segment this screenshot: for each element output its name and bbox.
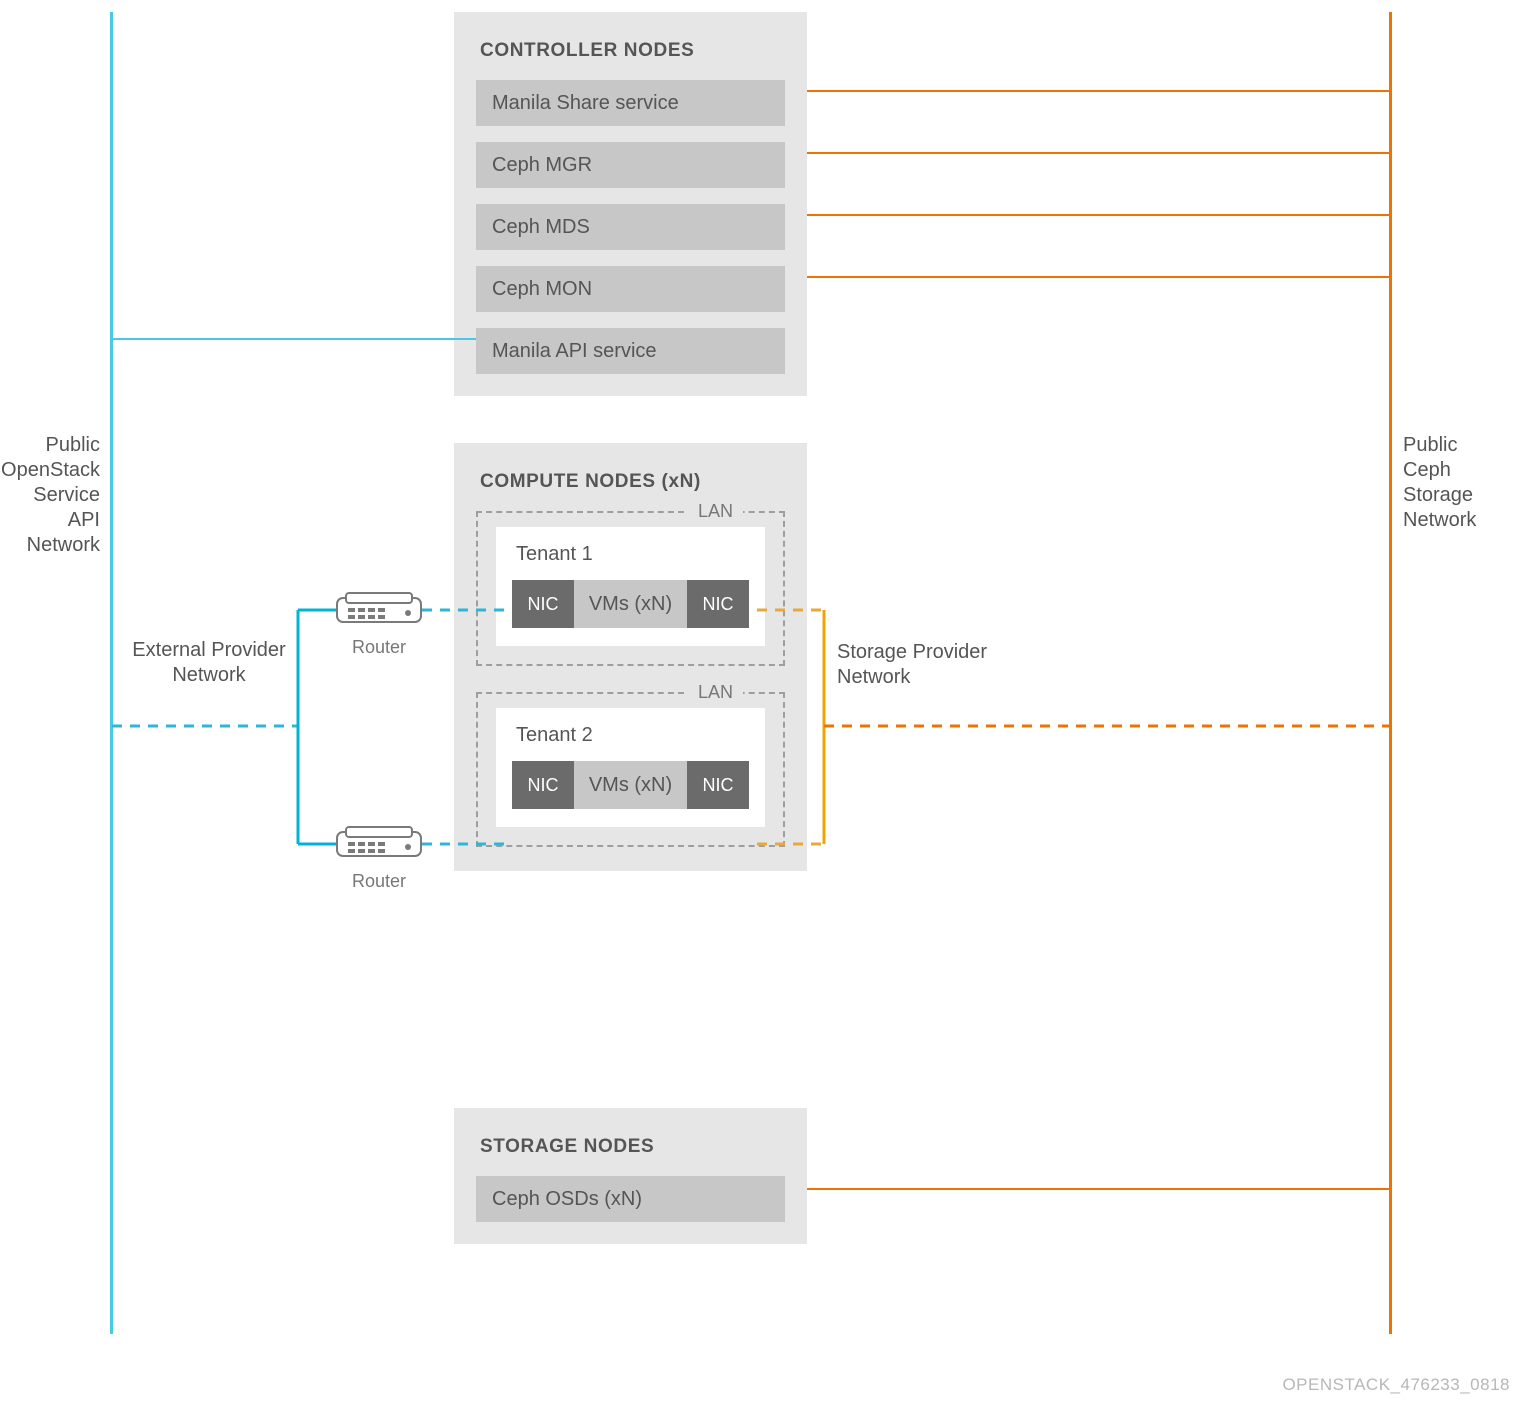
tenant-title: Tenant 1 [516, 543, 749, 566]
external-provider-label: External Provider Network [124, 638, 294, 688]
controller-title: CONTROLLER NODES [480, 40, 785, 62]
storage-item: Ceph OSDs (xN) [476, 1176, 785, 1222]
storage-title: STORAGE NODES [480, 1136, 785, 1158]
router-label: Router [336, 871, 422, 892]
right-network-label: Public Ceph Storage Network [1403, 433, 1520, 533]
nic-right: NIC [687, 761, 749, 809]
nic-left: NIC [512, 761, 574, 809]
lan-box-1: LAN Tenant 1 NIC VMs (xN) NIC [476, 511, 785, 666]
controller-item: Ceph MGR [476, 142, 785, 188]
left-network-bar [110, 12, 113, 1334]
controller-item: Ceph MON [476, 266, 785, 312]
nic-left: NIC [512, 580, 574, 628]
router-2: Router [336, 826, 422, 892]
compute-panel: COMPUTE NODES (xN) LAN Tenant 1 NIC VMs … [454, 443, 807, 871]
footer-id: OPENSTACK_476233_0818 [1282, 1375, 1510, 1395]
left-network-label: Public OpenStack Service API Network [0, 433, 100, 558]
controller-panel: CONTROLLER NODES Manila Share service Ce… [454, 12, 807, 396]
controller-item: Manila Share service [476, 80, 785, 126]
lan-tag: LAN [688, 682, 743, 703]
right-network-bar [1389, 12, 1392, 1334]
vm-row: NIC VMs (xN) NIC [512, 761, 749, 809]
vm-row: NIC VMs (xN) NIC [512, 580, 749, 628]
connector-manila-left [0, 0, 500, 400]
controller-item: Ceph MDS [476, 204, 785, 250]
storage-provider-label: Storage Provider Network [837, 640, 1007, 690]
vm-label: VMs (xN) [574, 593, 687, 616]
lan-box-2: LAN Tenant 2 NIC VMs (xN) NIC [476, 692, 785, 847]
router-icon [336, 826, 422, 862]
tenant-box: Tenant 1 NIC VMs (xN) NIC [496, 527, 765, 646]
tenant-title: Tenant 2 [516, 724, 749, 747]
controller-item: Manila API service [476, 328, 785, 374]
router-1: Router [336, 592, 422, 658]
tenant-box: Tenant 2 NIC VMs (xN) NIC [496, 708, 765, 827]
router-icon [336, 592, 422, 628]
nic-right: NIC [687, 580, 749, 628]
vm-label: VMs (xN) [574, 774, 687, 797]
storage-panel: STORAGE NODES Ceph OSDs (xN) [454, 1108, 807, 1244]
router-label: Router [336, 637, 422, 658]
compute-title: COMPUTE NODES (xN) [480, 471, 785, 493]
lan-tag: LAN [688, 501, 743, 522]
